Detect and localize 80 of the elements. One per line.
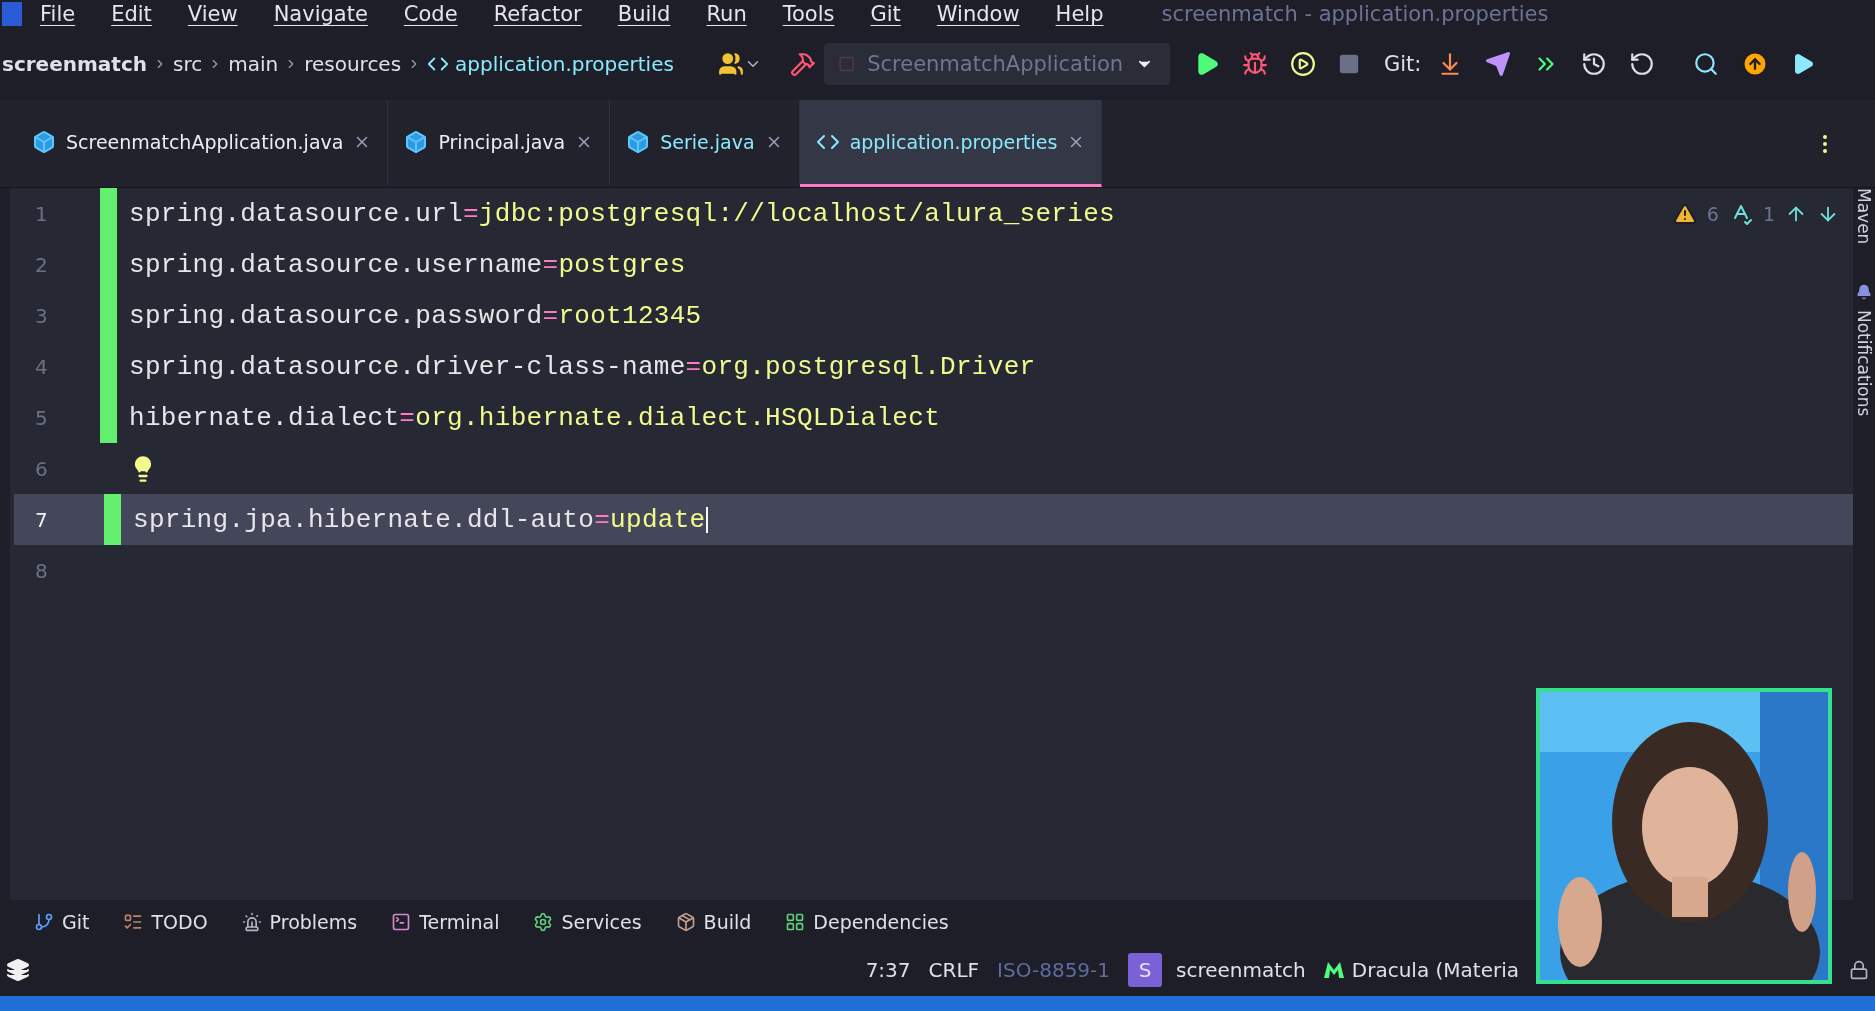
menu-item[interactable]: View: [169, 2, 256, 26]
menu-item[interactable]: Build: [599, 2, 689, 26]
line-separator[interactable]: CRLF: [928, 958, 980, 982]
project-name[interactable]: screenmatch: [1176, 958, 1306, 982]
tool-window-button[interactable]: TODO: [123, 911, 208, 933]
breadcrumb[interactable]: main: [228, 52, 279, 76]
tool-window-button[interactable]: Git: [34, 911, 90, 933]
bug-icon[interactable]: [1242, 51, 1268, 77]
menu-item[interactable]: Run: [688, 2, 765, 26]
line-number: 1: [34, 201, 49, 226]
history-icon[interactable]: [1581, 51, 1608, 77]
tool-window-button[interactable]: Problems: [241, 911, 358, 933]
caret-position[interactable]: 7:37: [865, 958, 911, 982]
line-number: 5: [34, 405, 49, 430]
m-logo-icon: [1323, 962, 1344, 978]
code-line: hibernate.dialect=org.hibernate.dialect.HSQLDialect: [129, 402, 941, 433]
cube-icon: [404, 130, 429, 154]
breadcrumb[interactable]: screenmatch: [2, 52, 147, 76]
package-icon: [675, 912, 696, 932]
breadcrumb[interactable]: resources: [304, 52, 402, 76]
code-line: spring.datasource.driver-class-name=org.postgresql.Driver: [129, 351, 1036, 382]
tool-window-button[interactable]: Services: [533, 911, 642, 933]
alarm-icon: [241, 912, 262, 932]
cube-icon: [626, 130, 651, 154]
line-number: 2: [34, 252, 49, 277]
app-logo: [2, 2, 22, 26]
branch-icon: [34, 912, 54, 932]
menu-item[interactable]: Help: [1037, 2, 1122, 26]
cube-icon: [32, 130, 56, 154]
search-icon[interactable]: [1693, 51, 1720, 77]
menu-item[interactable]: Git: [852, 2, 919, 26]
coverage-icon[interactable]: [1290, 51, 1316, 77]
typo-count: 1: [1762, 203, 1775, 225]
code-line: spring.datasource.password=root12345: [129, 300, 702, 331]
theme-name[interactable]: Dracula (Materia: [1323, 958, 1519, 982]
breadcrumb[interactable]: src: [173, 52, 203, 76]
stop-icon[interactable]: [1338, 53, 1360, 75]
side-tab[interactable]: Maven: [1854, 188, 1874, 245]
menu-item[interactable]: Code: [385, 2, 476, 26]
list-icon: [123, 912, 144, 932]
rollback-icon[interactable]: [1629, 51, 1656, 77]
project-badge: S: [1128, 953, 1163, 987]
warning-count: 6: [1706, 203, 1719, 225]
editor-tab[interactable]: application.properties: [799, 100, 1103, 187]
line-number: 6: [34, 456, 49, 481]
code-line: spring.datasource.url=jdbc:postgresql://localhost/alura_series: [129, 198, 1115, 229]
text-cursor: [705, 506, 708, 533]
menu-item[interactable]: File: [22, 2, 94, 26]
tool-window-button[interactable]: Build: [675, 911, 752, 933]
menu-item[interactable]: Window: [918, 2, 1038, 26]
hammer-icon[interactable]: [790, 51, 816, 77]
git-label: Git:: [1384, 52, 1422, 76]
editor-tab[interactable]: ScreenmatchApplication.java: [16, 100, 389, 187]
menu-item[interactable]: Refactor: [475, 2, 600, 26]
bell-icon[interactable]: [1856, 284, 1872, 301]
menu-item[interactable]: Navigate: [255, 2, 386, 26]
tool-window-button[interactable]: Dependencies: [785, 911, 949, 933]
editor-tab[interactable]: Principal.java: [388, 100, 611, 187]
side-tab[interactable]: Notifications: [1854, 310, 1874, 417]
layers-icon[interactable]: [6, 958, 30, 982]
window-icon: [838, 54, 856, 74]
line-number: 8: [34, 558, 49, 583]
users-icon[interactable]: [718, 51, 744, 77]
tool-window-button[interactable]: Terminal: [391, 911, 500, 933]
editor-tab[interactable]: Serie.java: [610, 100, 800, 187]
line-number: 3: [34, 303, 49, 328]
send-icon[interactable]: [1485, 51, 1512, 77]
menu-item[interactable]: Tools: [764, 2, 853, 26]
terminal-icon: [391, 912, 412, 932]
code-line: spring.datasource.username=postgres: [129, 249, 686, 280]
grid-icon: [785, 912, 806, 932]
breadcrumb[interactable]: application.properties: [455, 52, 674, 76]
code-line: spring.jpa.hibernate.ddl-auto=update: [133, 504, 706, 535]
window-title: screenmatch - application.properties: [1161, 2, 1549, 26]
line-number: 7: [34, 507, 49, 532]
gear-icon: [533, 912, 554, 932]
menu-item[interactable]: Edit: [93, 2, 170, 26]
warning-icon[interactable]: [1672, 202, 1697, 226]
lock-icon[interactable]: [1849, 960, 1869, 980]
line-number: 4: [34, 354, 49, 379]
